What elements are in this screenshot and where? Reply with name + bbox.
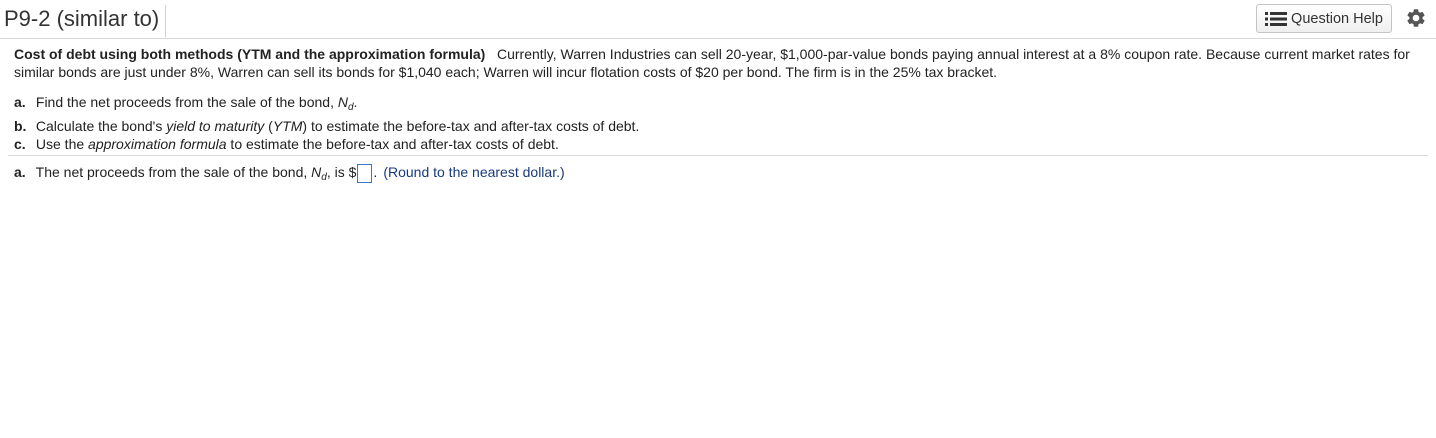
- answer-mid: , is $: [326, 164, 357, 180]
- part-b-post: ) to estimate the before-tax and after-t…: [302, 118, 640, 134]
- answer-post: .: [373, 164, 378, 180]
- part-b-text: Calculate the bond's: [35, 118, 167, 134]
- question-lead: Cost of debt using both methods (YTM and…: [14, 46, 486, 62]
- part-c-em: approximation formula: [88, 136, 227, 152]
- part-c-post: to estimate the before-tax and after-tax…: [226, 136, 559, 152]
- answer-letter: a.: [14, 164, 26, 180]
- answer-text: The net proceeds from the sale of the bo…: [35, 164, 312, 180]
- part-a-letter: a.: [14, 94, 26, 110]
- question-help-label: Question Help: [1291, 10, 1383, 27]
- part-b-letter: b.: [14, 118, 27, 134]
- part-c-letter: c.: [14, 136, 26, 152]
- part-c-text: Use the: [35, 136, 89, 152]
- part-b-em1: yield to maturity: [166, 118, 265, 134]
- question-help-button[interactable]: Question Help: [1256, 4, 1392, 33]
- list-icon: [1265, 11, 1288, 27]
- question-parts: a. Find the net proceeds from the sale o…: [14, 93, 639, 153]
- divider: [8, 155, 1428, 156]
- question-text: Cost of debt using both methods (YTM and…: [14, 46, 1424, 81]
- answer-row: a. The net proceeds from the sale of the…: [14, 161, 565, 189]
- part-a: a. Find the net proceeds from the sale o…: [14, 93, 639, 117]
- answer-var: N: [311, 164, 322, 180]
- part-b-em2: YTM: [272, 118, 303, 134]
- rounding-hint: (Round to the nearest dollar.): [383, 164, 565, 180]
- header-bar: P9-2 (similar to) Question Help: [0, 0, 1436, 39]
- part-b-mid: (: [264, 118, 273, 134]
- part-b: b. Calculate the bond's yield to maturit…: [14, 117, 639, 135]
- page-title: P9-2 (similar to): [4, 5, 167, 37]
- part-a-var: N: [337, 94, 348, 110]
- gear-icon[interactable]: [1405, 7, 1427, 29]
- net-proceeds-input[interactable]: [357, 163, 373, 183]
- part-c: c. Use the approximation formula to esti…: [14, 135, 639, 153]
- part-a-post: .: [353, 94, 358, 110]
- part-a-text: Find the net proceeds from the sale of t…: [35, 94, 338, 110]
